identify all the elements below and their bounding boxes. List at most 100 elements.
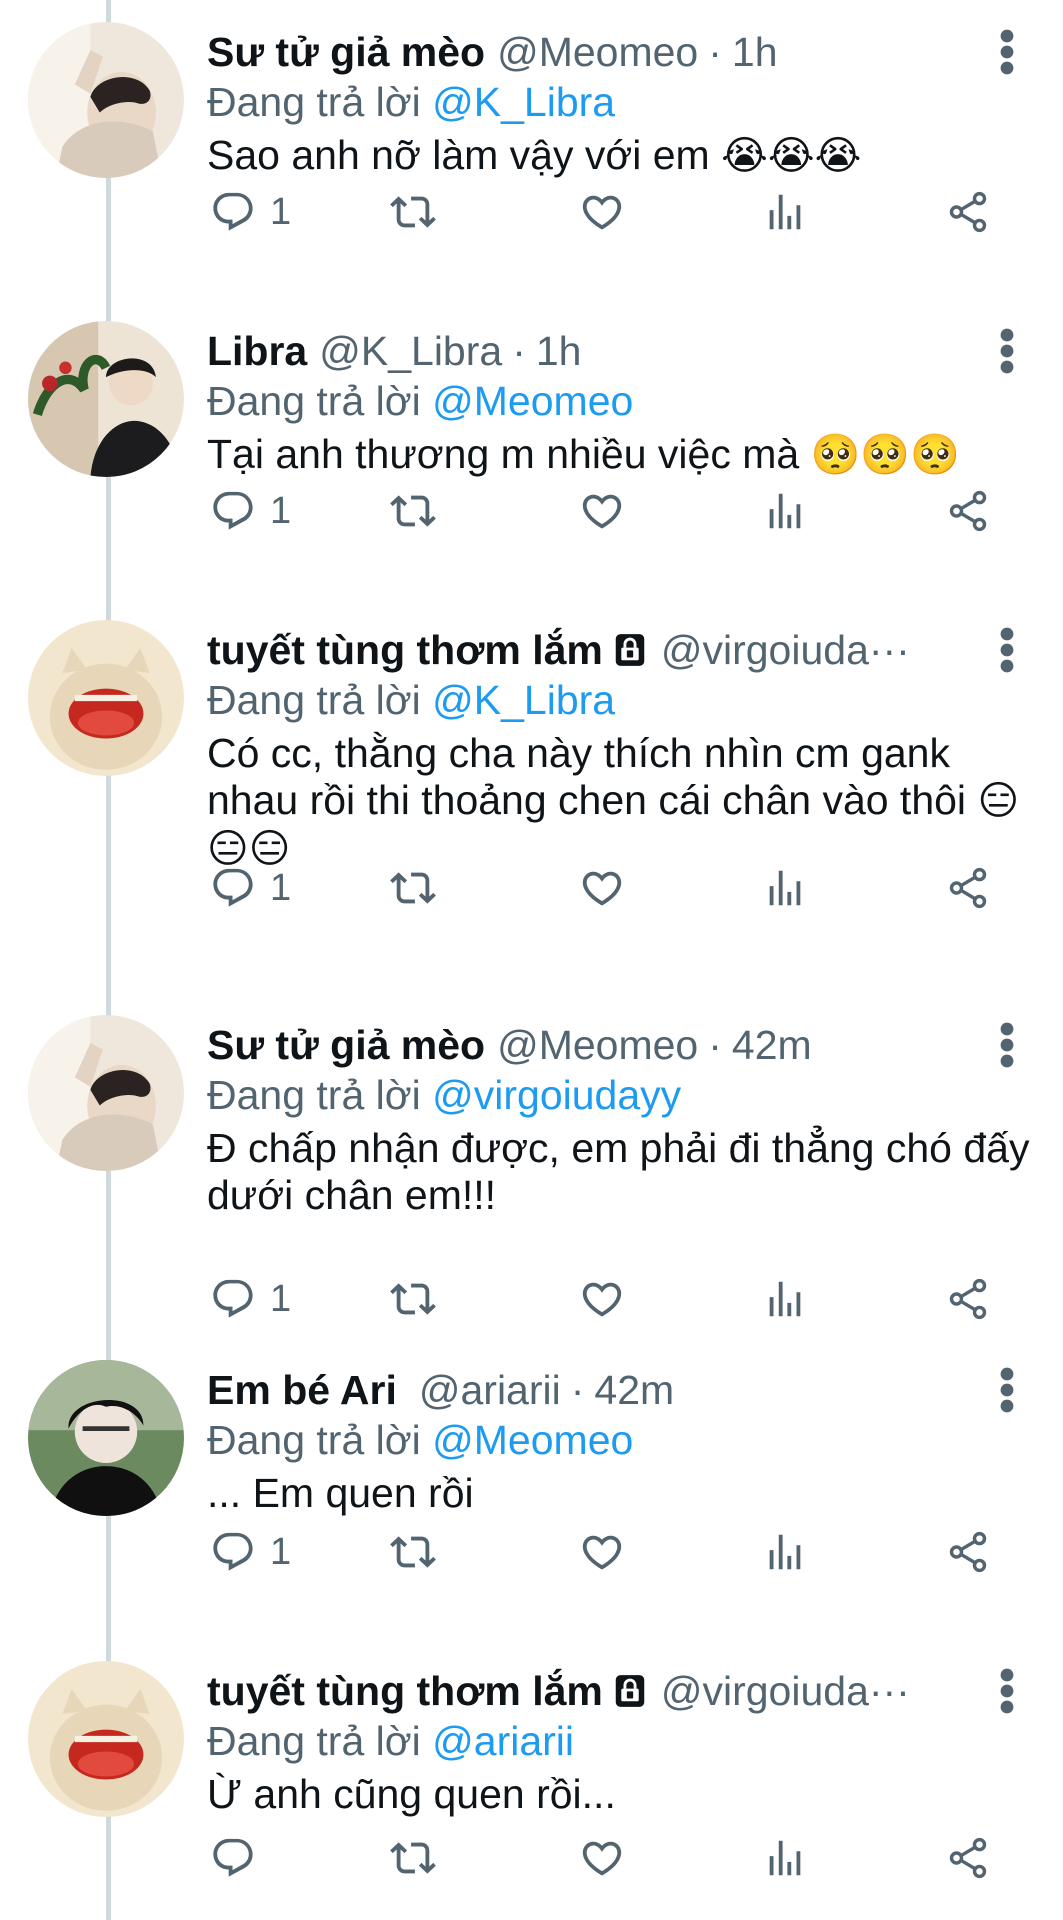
views-button[interactable] [762,1269,808,1329]
share-button[interactable] [945,481,991,541]
emoji: 😭😭😭 [721,133,862,179]
like-button[interactable] [579,1269,625,1329]
tweet-body: Có cc, thằng cha này thích nhìn cm gank … [207,730,967,823]
action-bar: 1 [207,858,1013,918]
share-icon [945,488,991,534]
replying-to: Đang trả lời @virgoiudayy [207,1069,681,1121]
views-button[interactable] [762,182,808,242]
timestamp[interactable]: 1h [536,321,582,381]
mention-link[interactable]: @ariarii [432,1718,574,1764]
display-name[interactable]: tuyết tùng thơm lắm [207,620,603,680]
mention-link[interactable]: @K_Libra [432,79,615,125]
display-name[interactable]: Sư tử giả mèo [207,1015,485,1075]
mention-link[interactable]: @virgoiudayy [432,1072,681,1118]
reply-count: 1 [270,1530,292,1573]
avatar[interactable] [28,1661,184,1817]
avatar[interactable] [28,22,184,178]
avatar[interactable] [28,1360,184,1516]
retweet-button[interactable] [390,481,436,541]
views-icon [762,1276,808,1322]
share-button[interactable] [945,1522,991,1582]
replying-to: Đang trả lời @K_Libra [207,76,615,128]
share-icon [945,865,991,911]
timestamp[interactable]: 42m [594,1360,674,1420]
like-button[interactable] [579,1828,625,1888]
user-handle[interactable]: @virgoiuda··· [661,620,910,680]
reply-button[interactable]: 1 [210,1269,291,1329]
user-handle[interactable]: @virgoiuda··· [661,1661,910,1721]
share-button[interactable] [945,182,991,242]
reply-button[interactable]: 1 [210,182,291,242]
user-handle[interactable]: @Meomeo [497,22,698,82]
emoji: 🥺🥺🥺 [810,432,961,478]
more-icon[interactable] [999,626,1015,674]
share-button[interactable] [945,1269,991,1329]
more-icon[interactable] [999,1366,1015,1414]
user-handle[interactable]: @Meomeo [497,1015,698,1075]
more-icon[interactable] [999,327,1015,375]
separator-dot: · [708,1022,722,1068]
tweet-text: Ừ anh cũng quen rồi... [207,1771,1033,1818]
mention-link[interactable]: @Meomeo [432,378,633,424]
retweet-button[interactable] [390,1522,436,1582]
timestamp[interactable]: 42m [732,1015,812,1075]
views-button[interactable] [762,1828,808,1888]
share-button[interactable] [945,1828,991,1888]
like-icon [579,189,625,235]
avatar[interactable] [28,620,184,776]
views-button[interactable] [762,1522,808,1582]
like-icon [579,1529,625,1575]
mention-link[interactable]: @K_Libra [432,677,615,723]
replying-to: Đang trả lời @ariarii [207,1715,574,1767]
tweet-text: Đ chấp nhận được, em phải đi thẳng chó đ… [207,1125,1033,1219]
like-button[interactable] [579,858,625,918]
retweet-icon [390,1835,436,1881]
tweet-header: Sư tử giả mèo @Meomeo · 42m [207,1015,973,1075]
display-name[interactable]: Libra [207,321,307,381]
display-name[interactable]: Sư tử giả mèo [207,22,485,82]
replying-label: Đang trả lời [207,1072,421,1118]
user-handle[interactable]: @K_Libra [319,321,502,381]
reply-count: 1 [270,1277,292,1320]
like-icon [579,1276,625,1322]
views-icon [762,1529,808,1575]
like-button[interactable] [579,1522,625,1582]
like-icon [579,1835,625,1881]
reply-button[interactable]: 1 [210,481,291,541]
timestamp[interactable]: 1h [732,22,778,82]
avatar[interactable] [28,321,184,477]
retweet-button[interactable] [390,1269,436,1329]
replying-label: Đang trả lời [207,1417,421,1463]
tweet-body: Ừ anh cũng quen rồi... [207,1771,616,1817]
more-icon[interactable] [999,1021,1015,1069]
replying-label: Đang trả lời [207,79,421,125]
avatar[interactable] [28,1015,184,1171]
retweet-icon [390,1529,436,1575]
views-button[interactable] [762,481,808,541]
display-name[interactable]: tuyết tùng thơm lắm [207,1661,603,1721]
tweet-body: Đ chấp nhận được, em phải đi thẳng chó đ… [207,1125,1030,1218]
retweet-button[interactable] [390,1828,436,1888]
action-bar: 1 [207,182,1013,242]
views-icon [762,865,808,911]
retweet-button[interactable] [390,858,436,918]
tweet-header: tuyết tùng thơm lắm @virgoiuda··· [207,620,973,680]
like-button[interactable] [579,182,625,242]
reply-button[interactable]: 1 [210,858,291,918]
display-name[interactable]: Em bé Ari [207,1360,397,1420]
share-button[interactable] [945,858,991,918]
reply-button[interactable]: 1 [210,1522,291,1582]
like-button[interactable] [579,481,625,541]
tweet-header: tuyết tùng thơm lắm @virgoiuda··· [207,1661,973,1721]
views-button[interactable] [762,858,808,918]
reply-icon [210,1276,256,1322]
tweet-text: Sao anh nỡ làm vậy với em 😭😭😭 [207,132,1033,180]
mention-link[interactable]: @Meomeo [432,1417,633,1463]
user-handle[interactable]: @ariarii [419,1360,561,1420]
more-icon[interactable] [999,1667,1015,1715]
retweet-button[interactable] [390,182,436,242]
reply-icon [210,189,256,235]
more-icon[interactable] [999,28,1015,76]
tweet-text: ... Em quen rồi [207,1470,1033,1517]
reply-button[interactable] [210,1828,270,1888]
